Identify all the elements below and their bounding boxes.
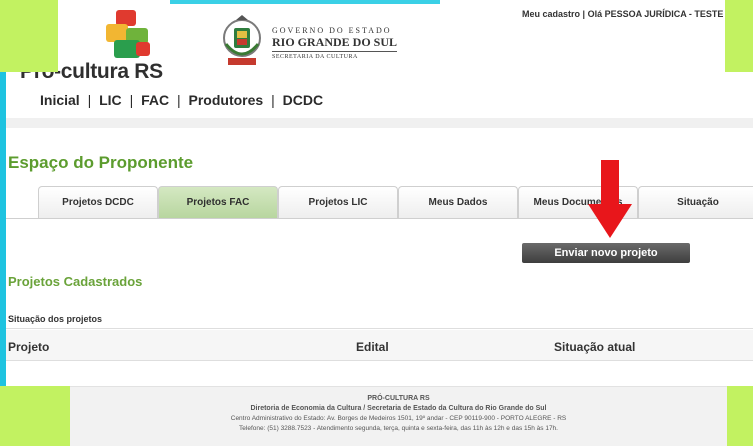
table-header-situacao-atual[interactable]: Situação atual (554, 340, 635, 354)
user-links: Meu cadastro | Olá PESSOA JURÍDICA - TES… (522, 9, 728, 19)
tab-bar: Projetos DCDC Projetos FAC Projetos LIC … (38, 186, 753, 218)
tab-projetos-lic[interactable]: Projetos LIC (278, 186, 398, 218)
nav-separator: | (176, 92, 181, 108)
section-title: Projetos Cadastrados (8, 274, 143, 289)
footer-line-4: Telefone: (51) 3288.7523 - Atendimento s… (239, 425, 558, 432)
table-bottom-border (6, 360, 753, 361)
pro-cultura-logo-icon[interactable] (106, 10, 158, 58)
nav-item-produtores[interactable]: Produtores (189, 92, 264, 108)
nav-separator: | (271, 92, 275, 108)
nav-separator: | (87, 92, 92, 108)
tab-projetos-dcdc[interactable]: Projetos DCDC (38, 186, 158, 218)
frame-green-bottom-right (727, 386, 753, 446)
frame-cyan-left (0, 72, 6, 386)
frame-green-bottom-left (0, 386, 70, 446)
nav-item-lic[interactable]: LIC (99, 92, 122, 108)
government-branding: GOVERNO DO ESTADO RIO GRANDE DO SUL SECR… (272, 26, 398, 60)
my-account-link[interactable]: Meu cadastro (522, 9, 580, 19)
frame-green-top-right (725, 0, 753, 72)
send-new-project-button[interactable]: Enviar novo projeto (522, 243, 690, 263)
page: Pró-cultura RS GOVERNO DO ESTADO RIO GRA… (0, 0, 753, 446)
user-links-separator: | (580, 9, 588, 19)
projects-status-label: Situação dos projetos (8, 314, 103, 324)
footer-line-1: PRÓ-CULTURA RS (367, 395, 430, 402)
gov-line-3: SECRETARIA DA CULTURA (272, 54, 358, 60)
nav-item-dcdc[interactable]: DCDC (283, 92, 323, 108)
table-top-border (6, 328, 753, 329)
header: Pró-cultura RS GOVERNO DO ESTADO RIO GRA… (6, 0, 728, 120)
red-down-arrow-icon (588, 160, 632, 238)
table-header-edital[interactable]: Edital (356, 340, 389, 354)
header-divider-band (6, 118, 753, 128)
frame-green-top-left (0, 0, 58, 72)
footer: PRÓ-CULTURA RS Diretoria de Economia da … (70, 386, 727, 446)
tab-projetos-fac[interactable]: Projetos FAC (158, 186, 278, 218)
tab-meus-dados[interactable]: Meus Dados (398, 186, 518, 218)
table-header-projeto[interactable]: Projeto (8, 340, 49, 354)
footer-line-2: Diretoria de Economia da Cultura / Secre… (250, 405, 547, 412)
frame-cyan-top (170, 0, 440, 4)
page-title: Espaço do Proponente (8, 153, 194, 172)
top-navigation: Inicial | LIC | FAC | Produtores | DCDC (40, 92, 323, 108)
gov-line-1: GOVERNO DO ESTADO (272, 26, 392, 35)
nav-item-fac[interactable]: FAC (141, 92, 169, 108)
nav-separator: | (129, 92, 134, 108)
gov-line-2: RIO GRANDE DO SUL (272, 35, 398, 52)
footer-line-3: Centro Administrativo do Estado: Av. Bor… (230, 415, 567, 422)
state-crest-icon (223, 15, 261, 65)
tabs-baseline (6, 218, 753, 219)
tab-situacao[interactable]: Situação (638, 186, 753, 218)
nav-item-inicial[interactable]: Inicial (40, 92, 80, 108)
user-greeting: Olá PESSOA JURÍDICA - TESTE | (587, 9, 729, 19)
